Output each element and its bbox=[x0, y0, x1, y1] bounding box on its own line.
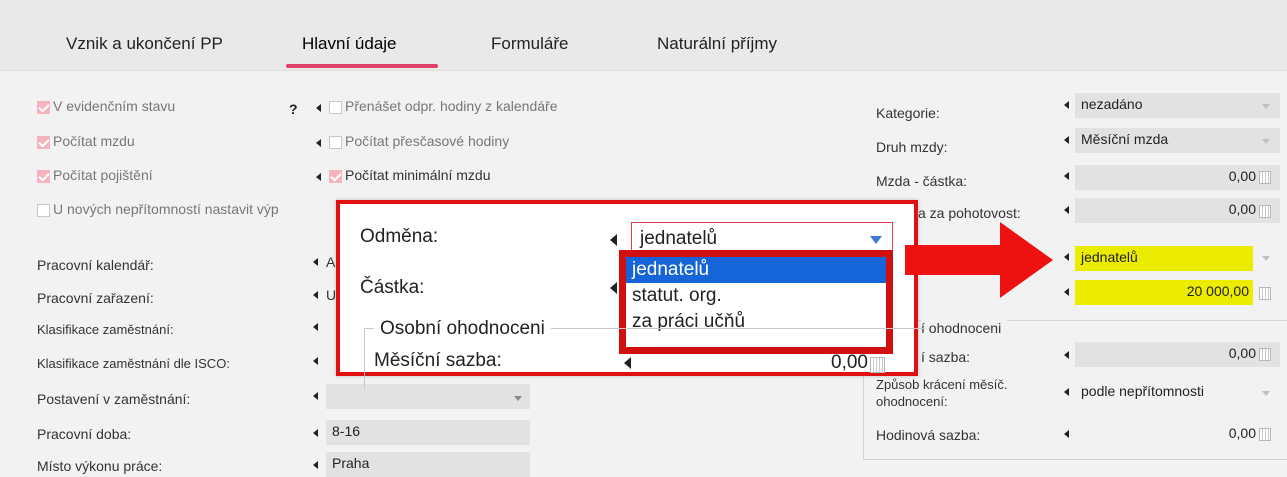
calculator-icon[interactable] bbox=[1259, 205, 1271, 218]
minimalni-checkbox[interactable] bbox=[329, 170, 342, 183]
chevron-down-icon bbox=[1262, 139, 1270, 144]
druh-mzdy-label: Druh mzdy: bbox=[876, 139, 948, 155]
castka-field[interactable]: 20 000,00 bbox=[1075, 280, 1253, 305]
active-tab-indicator bbox=[286, 64, 438, 68]
reset-arrow-icon[interactable] bbox=[313, 323, 318, 331]
reset-arrow-icon[interactable] bbox=[1064, 288, 1069, 296]
u-novych-checkbox[interactable] bbox=[37, 204, 50, 217]
mzda-castka-label: Mzda - částka: bbox=[876, 173, 968, 189]
reset-arrow-icon[interactable] bbox=[313, 461, 318, 469]
reset-arrow-icon[interactable] bbox=[313, 357, 318, 365]
calculator-icon[interactable] bbox=[870, 357, 885, 373]
prescas-checkbox[interactable] bbox=[329, 136, 342, 149]
odmena-selected-value: jednatelů bbox=[640, 228, 718, 249]
pracovni-doba-label: Pracovní doba: bbox=[37, 426, 132, 442]
option-statut-org[interactable]: statut. org. bbox=[626, 283, 886, 309]
reset-arrow-icon[interactable] bbox=[316, 173, 321, 181]
postaveni-label: Postavení v zaměstnání: bbox=[37, 391, 191, 407]
pracovni-zarazeni-label: Pracovní zařazení: bbox=[37, 290, 154, 306]
reset-arrow-icon[interactable] bbox=[610, 234, 617, 246]
pracovni-doba-field[interactable]: 8-16 bbox=[326, 420, 530, 445]
zoom-callout: Odměna: jednatelů Částka: jednatelů stat… bbox=[336, 200, 925, 389]
tab-formulare[interactable]: Formuláře bbox=[491, 34, 568, 54]
chevron-down-icon bbox=[1262, 256, 1270, 261]
pracovni-kalendar-value[interactable]: A bbox=[326, 254, 335, 270]
reset-arrow-icon[interactable] bbox=[1064, 351, 1069, 359]
calculator-icon[interactable] bbox=[1259, 348, 1271, 361]
hodinova-sazba-label: Hodinová sazba: bbox=[876, 427, 981, 443]
odmena-select[interactable]: jednatelů bbox=[631, 222, 893, 256]
chevron-down-icon bbox=[1262, 104, 1270, 109]
pocitat-pojisteni-checkbox[interactable] bbox=[37, 170, 50, 183]
u-novych-label: U nových nepřítomností nastavit výp bbox=[53, 201, 279, 217]
pohotovost-label: a za pohotovost: bbox=[918, 205, 1021, 221]
option-jednatelu[interactable]: jednatelů bbox=[626, 257, 886, 283]
druh-mzdy-select[interactable]: Měsíční mzda bbox=[1075, 128, 1280, 153]
prenaset-label: Přenášet odpr. hodiny z kalendáře bbox=[345, 98, 558, 114]
hodinova-sazba-field[interactable]: 0,00 bbox=[1075, 422, 1280, 447]
calculator-icon[interactable] bbox=[1259, 428, 1271, 441]
klasifikace-label: Klasifikace zaměstnání: bbox=[37, 322, 174, 337]
reset-arrow-icon[interactable] bbox=[313, 392, 318, 400]
tab-hlavni-udaje[interactable]: Hlavní údaje bbox=[302, 34, 397, 54]
reset-arrow-icon[interactable] bbox=[1064, 430, 1069, 438]
reset-arrow-icon[interactable] bbox=[1064, 136, 1069, 144]
chevron-down-icon bbox=[514, 396, 522, 401]
pocitat-pojisteni-label: Počítat pojištění bbox=[53, 167, 153, 183]
reset-arrow-icon[interactable] bbox=[316, 104, 321, 112]
zpusob-select[interactable]: podle nepřítomnosti bbox=[1075, 380, 1280, 405]
kategorie-label: Kategorie: bbox=[876, 105, 940, 121]
reset-arrow-icon[interactable] bbox=[1064, 101, 1069, 109]
odmena-select[interactable]: jednatelů bbox=[1075, 246, 1253, 271]
odmena-label: Odměna: bbox=[360, 226, 439, 247]
reset-arrow-icon[interactable] bbox=[1064, 172, 1069, 180]
pohotovost-field[interactable]: 0,00 bbox=[1075, 198, 1280, 223]
misto-label: Místo výkonu práce: bbox=[37, 458, 163, 474]
chevron-down-icon bbox=[870, 236, 882, 244]
reset-arrow-icon[interactable] bbox=[1064, 253, 1069, 261]
mesicni-sazba-label: í sazba: bbox=[921, 349, 971, 365]
klasifikace-isco-label: Klasifikace zaměstnání dle ISCO: bbox=[37, 356, 230, 371]
tab-naturalni-prijmy[interactable]: Naturální příjmy bbox=[657, 34, 777, 54]
reset-arrow-icon[interactable] bbox=[316, 139, 321, 147]
pointer-arrow-icon bbox=[905, 222, 1053, 298]
calculator-icon[interactable] bbox=[1259, 171, 1271, 184]
reset-arrow-icon[interactable] bbox=[1064, 206, 1069, 214]
calculator-icon[interactable] bbox=[1259, 287, 1271, 300]
chevron-down-icon bbox=[1262, 391, 1270, 396]
help-icon[interactable]: ? bbox=[289, 101, 298, 117]
tab-bar: Vznik a ukončení PP Hlavní údaje Formulá… bbox=[0, 0, 1287, 71]
reset-arrow-icon[interactable] bbox=[624, 357, 631, 369]
zpusob-label-line2: ohodnocení: bbox=[876, 394, 948, 409]
reset-arrow-icon[interactable] bbox=[313, 258, 318, 266]
reset-arrow-icon[interactable] bbox=[313, 429, 318, 437]
reset-arrow-icon[interactable] bbox=[610, 282, 617, 294]
kategorie-select[interactable]: nezadáno bbox=[1075, 93, 1280, 118]
minimalni-label: Počítat minimální mzdu bbox=[345, 167, 491, 183]
prescas-label: Počítat přesčasové hodiny bbox=[345, 133, 510, 149]
tab-vznik-a-ukonceni[interactable]: Vznik a ukončení PP bbox=[66, 34, 223, 54]
misto-field[interactable]: Praha bbox=[326, 452, 530, 477]
pocitat-mzdu-label: Počítat mzdu bbox=[53, 133, 135, 149]
v-evidencnim-stavu-label: V evidenčním stavu bbox=[53, 98, 176, 114]
reset-arrow-icon[interactable] bbox=[313, 291, 318, 299]
pracovni-kalendar-label: Pracovní kalendář: bbox=[37, 257, 154, 273]
osobni-ohodnoceni-legend: Osobní ohodnoceni bbox=[374, 318, 551, 340]
pracovni-zarazeni-value[interactable]: U bbox=[326, 287, 336, 303]
castka-label: Částka: bbox=[360, 277, 425, 298]
osobni-ohodnoceni-legend: í ohodnoceni bbox=[921, 320, 1008, 336]
prenaset-checkbox[interactable] bbox=[329, 101, 342, 114]
mesicni-sazba-label: Měsíční sazba: bbox=[374, 350, 502, 371]
pocitat-mzdu-checkbox[interactable] bbox=[37, 136, 50, 149]
reset-arrow-icon[interactable] bbox=[1064, 388, 1069, 396]
mzda-castka-field[interactable]: 0,00 bbox=[1075, 165, 1280, 190]
mesicni-sazba-value[interactable]: 0,00 bbox=[808, 352, 868, 374]
mesicni-sazba-field[interactable]: 0,00 bbox=[1075, 342, 1280, 367]
v-evidencnim-stavu-checkbox[interactable] bbox=[37, 101, 50, 114]
